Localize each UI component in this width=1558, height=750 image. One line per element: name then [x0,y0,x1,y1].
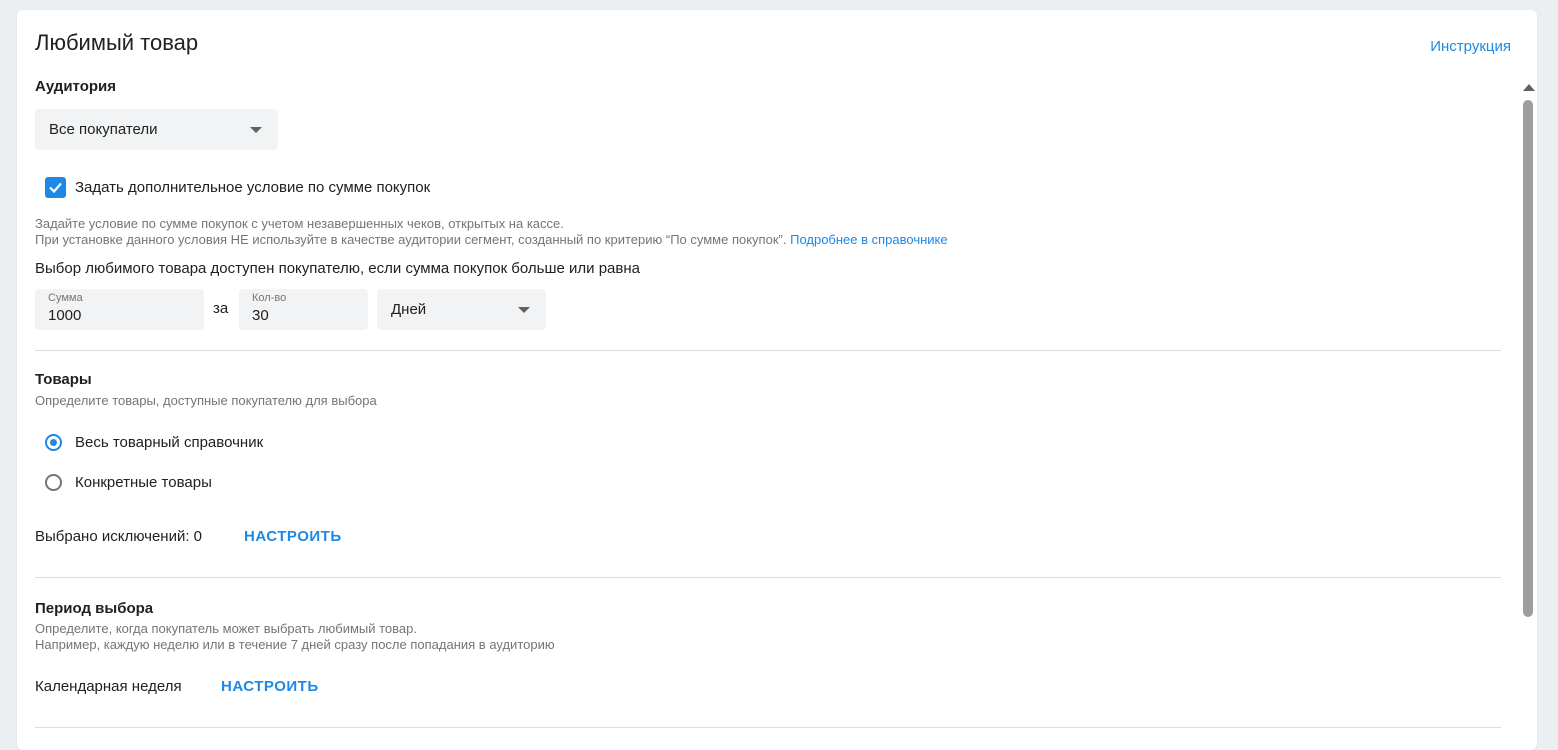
audience-label: Аудитория [35,78,116,95]
chevron-down-icon [518,307,530,313]
favorite-product-card: Любимый товар Инструкция Аудитория Все п… [17,10,1537,750]
configure-period-button[interactable]: НАСТРОИТЬ [221,678,319,695]
exclusions-text: Выбрано исключений: 0 [35,528,203,545]
period-label: Период выбора [35,600,154,617]
purchase-condition-checkbox[interactable] [45,177,66,198]
audience-select[interactable]: Все покупатели [35,109,278,150]
audience-select-value: Все покупатели [49,121,158,138]
divider [35,727,1501,728]
radio-specific-products[interactable] [45,474,62,491]
period-hint-line2: Например, каждую неделю или в течение 7 … [35,637,555,652]
instruction-link[interactable]: Инструкция [1430,38,1511,55]
products-label: Товары [35,371,92,388]
configure-exclusions-button[interactable]: НАСТРОИТЬ [244,528,342,545]
purchase-condition-label: Задать дополнительное условие по сумме п… [75,179,431,196]
radio-all-catalog-label: Весь товарный справочник [75,434,264,451]
count-field-label: Кол-во [252,292,287,304]
amount-field-label: Сумма [48,292,83,304]
radio-all-catalog[interactable] [45,434,62,451]
reference-link[interactable]: Подробнее в справочнике [790,232,948,247]
count-field-value: 30 [252,307,269,324]
period-unit-value: Дней [391,301,427,318]
period-hint-line1: Определите, когда покупатель может выбра… [35,621,417,636]
scrollbar[interactable] [1521,82,1535,742]
chevron-down-icon [250,127,262,133]
count-field[interactable]: Кол-во 30 [239,289,368,330]
period-unit-select[interactable]: Дней [377,289,546,330]
products-subtitle: Определите товары, доступные покупателю … [35,393,377,408]
divider [35,350,1501,351]
scroll-up-arrow-icon[interactable] [1523,84,1535,91]
checkmark-icon [49,182,62,194]
period-value: Календарная неделя [35,678,182,695]
page-title: Любимый товар [35,30,199,55]
condition-hint-line1: Задайте условие по сумме покупок с учето… [35,216,564,231]
amount-field[interactable]: Сумма 1000 [35,289,204,330]
condition-hint-line2: При установке данного условия НЕ использ… [35,232,948,248]
for-text: за [213,300,229,317]
radio-specific-products-label: Конкретные товары [75,474,212,491]
divider [35,577,1501,578]
scrollbar-thumb[interactable] [1523,100,1533,617]
condition-hint-text: При установке данного условия НЕ использ… [35,232,787,247]
amount-field-value: 1000 [48,307,82,324]
condition-text: Выбор любимого товара доступен покупател… [35,260,640,277]
